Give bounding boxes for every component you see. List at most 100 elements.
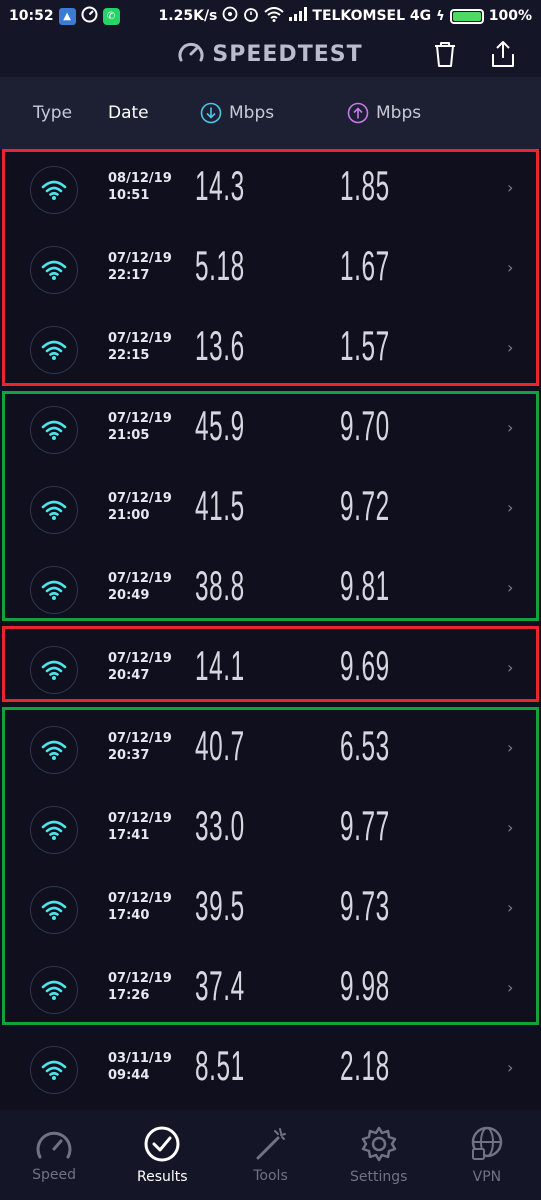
result-datetime: 07/12/19 20:37 [108, 730, 172, 764]
nav-speed-label: Speed [32, 1167, 77, 1183]
result-datetime: 07/12/19 17:26 [108, 970, 172, 1004]
download-icon [200, 102, 222, 124]
result-row[interactable]: 07/12/19 17:41 33.0 9.77 › [0, 790, 541, 870]
chevron-right-icon: › [507, 418, 514, 437]
gear-icon [361, 1126, 396, 1162]
result-date: 07/12/19 [108, 651, 172, 666]
chevron-right-icon: › [507, 578, 514, 597]
sort-date[interactable]: Date [108, 103, 149, 123]
result-row[interactable]: 07/12/19 20:37 40.7 6.53 › [0, 710, 541, 790]
sort-upload[interactable]: Mbps [347, 102, 421, 124]
drive-icon: ▲ [58, 7, 76, 25]
result-row[interactable]: 07/12/19 22:15 13.6 1.57 › [0, 310, 541, 390]
magic-wand-icon [256, 1128, 286, 1160]
share-button[interactable] [487, 38, 519, 70]
result-date: 07/12/19 [108, 331, 172, 346]
result-time: 17:26 [108, 988, 150, 1003]
download-speed: 8.51 [195, 1042, 245, 1089]
wifi-icon [30, 326, 78, 374]
upload-speed: 9.70 [340, 402, 390, 449]
app-logo: SPEEDTEST [178, 41, 362, 69]
wifi-svg [41, 340, 67, 360]
result-datetime: 07/12/19 21:05 [108, 410, 172, 444]
nav-vpn[interactable]: VPN [433, 1110, 541, 1200]
download-speed: 33.0 [195, 802, 245, 849]
wifi-icon [30, 886, 78, 934]
charging-icon: ϟ [436, 8, 445, 24]
result-row[interactable]: 07/12/19 17:40 39.5 9.73 › [0, 870, 541, 950]
upload-speed: 9.69 [340, 642, 390, 689]
speedtest-logo-icon [178, 41, 204, 69]
wifi-icon [30, 406, 78, 454]
nav-settings[interactable]: Settings [325, 1110, 433, 1200]
carrier-name: TELKOMSEL 4G [312, 8, 432, 24]
download-speed: 37.4 [195, 962, 245, 1009]
chevron-right-icon: › [507, 738, 514, 757]
app-title: SPEEDTEST [212, 42, 363, 67]
nav-settings-label: Settings [350, 1169, 408, 1185]
result-date: 07/12/19 [108, 411, 172, 426]
sort-type[interactable]: Type [33, 103, 72, 123]
result-row[interactable]: 07/12/19 21:00 41.5 9.72 › [0, 470, 541, 550]
result-datetime: 07/12/19 20:49 [108, 570, 172, 604]
bottom-nav: Speed Results Tools Settings VPN [0, 1110, 541, 1200]
result-row[interactable]: 07/12/19 20:49 38.8 9.81 › [0, 550, 541, 630]
result-row[interactable]: 07/12/19 20:47 14.1 9.69 › [0, 630, 541, 710]
download-speed: 45.9 [195, 402, 245, 449]
download-speed: 13.6 [195, 322, 245, 369]
upload-speed: 9.98 [340, 962, 390, 1009]
result-time: 21:05 [108, 428, 150, 443]
upload-speed: 9.77 [340, 802, 390, 849]
result-datetime: 07/12/19 21:00 [108, 490, 172, 524]
result-row[interactable]: 07/12/19 22:17 5.18 1.67 › [0, 230, 541, 310]
result-time: 20:49 [108, 588, 150, 603]
nav-results-label: Results [137, 1169, 188, 1185]
wifi-icon [30, 966, 78, 1014]
result-row[interactable]: 07/12/19 17:26 37.4 9.98 › [0, 950, 541, 1030]
result-date: 07/12/19 [108, 971, 172, 986]
wifi-svg [41, 580, 67, 600]
download-speed: 40.7 [195, 722, 245, 769]
chevron-right-icon: › [507, 498, 514, 517]
download-speed: 39.5 [195, 882, 245, 929]
trash-icon [435, 42, 455, 67]
globe-lock-icon [471, 1126, 503, 1160]
chevron-right-icon: › [507, 178, 514, 197]
result-datetime: 08/12/19 10:51 [108, 170, 172, 204]
result-row[interactable]: 03/11/19 09:44 8.51 2.18 › [0, 1030, 541, 1110]
sort-download[interactable]: Mbps [200, 102, 274, 124]
result-date: 08/12/19 [108, 171, 172, 186]
result-row[interactable]: 08/12/19 10:51 14.3 1.85 › [0, 150, 541, 230]
chevron-right-icon: › [507, 978, 514, 997]
chevron-right-icon: › [507, 658, 514, 677]
wifi-svg [41, 1060, 67, 1080]
upload-speed: 9.73 [340, 882, 390, 929]
wifi-svg [41, 740, 67, 760]
result-datetime: 07/12/19 17:40 [108, 890, 172, 924]
result-date: 07/12/19 [108, 891, 172, 906]
upload-speed: 2.18 [340, 1042, 390, 1089]
wifi-icon [30, 486, 78, 534]
upload-speed: 6.53 [340, 722, 390, 769]
chevron-right-icon: › [507, 818, 514, 837]
wifi-svg [41, 260, 67, 280]
result-time: 22:17 [108, 268, 150, 283]
check-circle-icon [144, 1126, 180, 1162]
upload-speed: 9.81 [340, 562, 390, 609]
result-time: 21:00 [108, 508, 150, 523]
nav-speed[interactable]: Speed [0, 1110, 108, 1200]
result-time: 17:40 [108, 908, 150, 923]
result-row[interactable]: 07/12/19 21:05 45.9 9.70 › [0, 390, 541, 470]
nav-results[interactable]: Results [108, 1110, 216, 1200]
status-bar: 10:52 ▲ ✆ 1.25K/s TELKOMSEL 4G ϟ 100% [0, 0, 541, 32]
result-datetime: 07/12/19 20:47 [108, 650, 172, 684]
wifi-svg [41, 820, 67, 840]
download-speed: 38.8 [195, 562, 245, 609]
delete-button[interactable] [429, 38, 461, 70]
result-datetime: 07/12/19 22:15 [108, 330, 172, 364]
download-speed: 14.3 [195, 162, 245, 209]
battery-icon [449, 8, 484, 24]
wifi-icon [30, 566, 78, 614]
nav-tools[interactable]: Tools [216, 1110, 324, 1200]
download-unit: Mbps [229, 103, 275, 123]
